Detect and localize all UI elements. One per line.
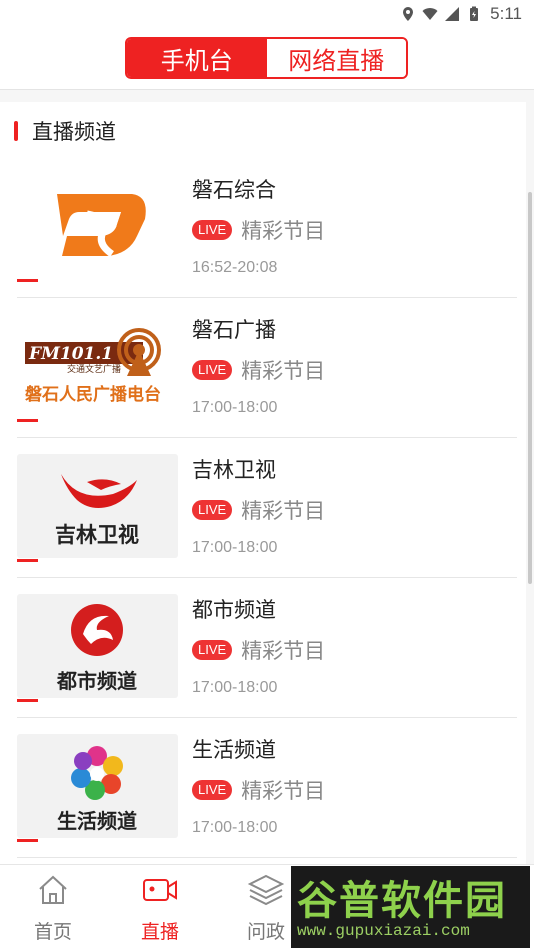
program-time: 17:00-18:00: [192, 539, 278, 556]
channel-item-panshi-radio[interactable]: FM101.1 交通文艺广播 磐石人民广播电台 磐石广播 LIVE 精彩节目 1…: [17, 298, 517, 438]
thumbnail-marker: [17, 699, 38, 702]
channel-name: 生活频道: [192, 738, 276, 762]
channel-thumbnail: 生活频道: [17, 734, 178, 838]
program-time: 17:00-18:00: [192, 679, 278, 696]
tab-web-live[interactable]: 网络直播: [266, 39, 406, 77]
live-badge: LIVE: [192, 780, 233, 800]
live-badge: LIVE: [192, 220, 233, 240]
live-row: LIVE 精彩节目: [192, 355, 325, 385]
live-badge: LIVE: [192, 500, 233, 520]
nav-label-politics: 问政: [246, 921, 285, 943]
svg-text:生活频道: 生活频道: [57, 809, 137, 833]
watermark-title: 谷普软件园: [297, 878, 507, 924]
svg-text:磐石人民广播电台: 磐石人民广播电台: [24, 384, 161, 405]
channel-item-jilin-tv[interactable]: 吉林卫视 吉林卫视 LIVE 精彩节目 17:00-18:00: [17, 438, 517, 578]
program-title: 精彩节目: [241, 219, 326, 243]
live-row: LIVE 精彩节目: [192, 635, 325, 665]
thumbnail-marker: [17, 839, 38, 842]
battery-icon: [470, 6, 479, 21]
channel-name: 磐石综合: [192, 178, 276, 202]
svg-text:吉林卫视: 吉林卫视: [55, 523, 139, 547]
thumbnail-marker: [17, 279, 38, 282]
header: 手机台 网络直播: [0, 28, 534, 90]
home-icon: [39, 875, 67, 904]
channel-list-panel: 直播频道 磐石综合 LIVE 精彩节目 16:52-20:08 FM101.1 …: [0, 102, 526, 864]
section-accent-bar: [14, 121, 18, 141]
nav-item-home[interactable]: 首页: [18, 871, 88, 947]
signal-icon: [445, 7, 460, 21]
video-camera-icon: [143, 879, 177, 901]
live-badge: LIVE: [192, 360, 233, 380]
fm-radio-logo: FM101.1 交通文艺广播 磐石人民广播电台: [24, 328, 161, 405]
location-icon: [403, 7, 414, 21]
channel-item-dushi[interactable]: 都市频道 都市频道 LIVE 精彩节目 17:00-18:00: [17, 578, 517, 718]
thumbnail-marker: [17, 559, 38, 562]
dushi-logo: 都市频道: [56, 604, 137, 693]
tab-mobile-tv[interactable]: 手机台: [127, 39, 267, 77]
thumbnail-marker: [17, 419, 38, 422]
panshi-s-logo: [57, 194, 146, 257]
shenghuo-logo: 生活频道: [57, 746, 137, 833]
scrollbar[interactable]: [528, 192, 532, 584]
live-badge: LIVE: [192, 640, 233, 660]
program-time: 17:00-18:00: [192, 819, 278, 836]
nav-label-home: 首页: [33, 921, 72, 943]
channel-thumbnail: [17, 174, 178, 278]
main-content: 直播频道 磐石综合 LIVE 精彩节目 16:52-20:08 FM101.1 …: [0, 90, 534, 864]
svg-text:都市频道: 都市频道: [56, 669, 137, 693]
tab-switch: 手机台 网络直播: [125, 37, 408, 79]
program-title: 精彩节目: [241, 499, 326, 523]
channel-thumbnail: FM101.1 交通文艺广播 磐石人民广播电台: [17, 314, 178, 418]
watermark-url: www.gupuxiazai.com: [297, 922, 470, 940]
nav-label-live: 直播: [140, 921, 179, 943]
program-title: 精彩节目: [241, 359, 326, 383]
svg-text:FM101.1: FM101.1: [28, 344, 113, 364]
program-time: 17:00-18:00: [192, 399, 278, 416]
program-title: 精彩节目: [241, 639, 326, 663]
jilin-tv-logo: 吉林卫视: [55, 474, 139, 547]
wifi-icon: [422, 8, 438, 20]
svg-text:交通文艺广播: 交通文艺广播: [67, 363, 121, 375]
section-title: 直播频道: [32, 120, 116, 144]
watermark-logo: 谷普软件园 www.gupuxiazai.com: [291, 866, 530, 948]
channel-item-panshi-zonghe[interactable]: 磐石综合 LIVE 精彩节目 16:52-20:08: [17, 158, 517, 298]
channel-name: 都市频道: [192, 598, 276, 622]
live-row: LIVE 精彩节目: [192, 215, 325, 245]
live-row: LIVE 精彩节目: [192, 495, 325, 525]
live-row: LIVE 精彩节目: [192, 775, 325, 805]
section-header: 直播频道: [14, 118, 116, 144]
nav-item-live[interactable]: 直播: [125, 871, 195, 947]
channel-thumbnail: 都市频道: [17, 594, 178, 698]
channel-name: 吉林卫视: [192, 458, 276, 482]
program-time: 16:52-20:08: [192, 259, 278, 276]
layers-icon: [247, 874, 285, 906]
channel-name: 磐石广播: [192, 318, 276, 342]
status-time: 5:11: [490, 4, 522, 23]
channel-item-shenghuo[interactable]: 生活频道 生活频道 LIVE 精彩节目 17:00-18:00: [17, 718, 517, 858]
status-bar: 5:11: [0, 0, 534, 28]
channel-thumbnail: 吉林卫视: [17, 454, 178, 558]
program-title: 精彩节目: [241, 779, 326, 803]
